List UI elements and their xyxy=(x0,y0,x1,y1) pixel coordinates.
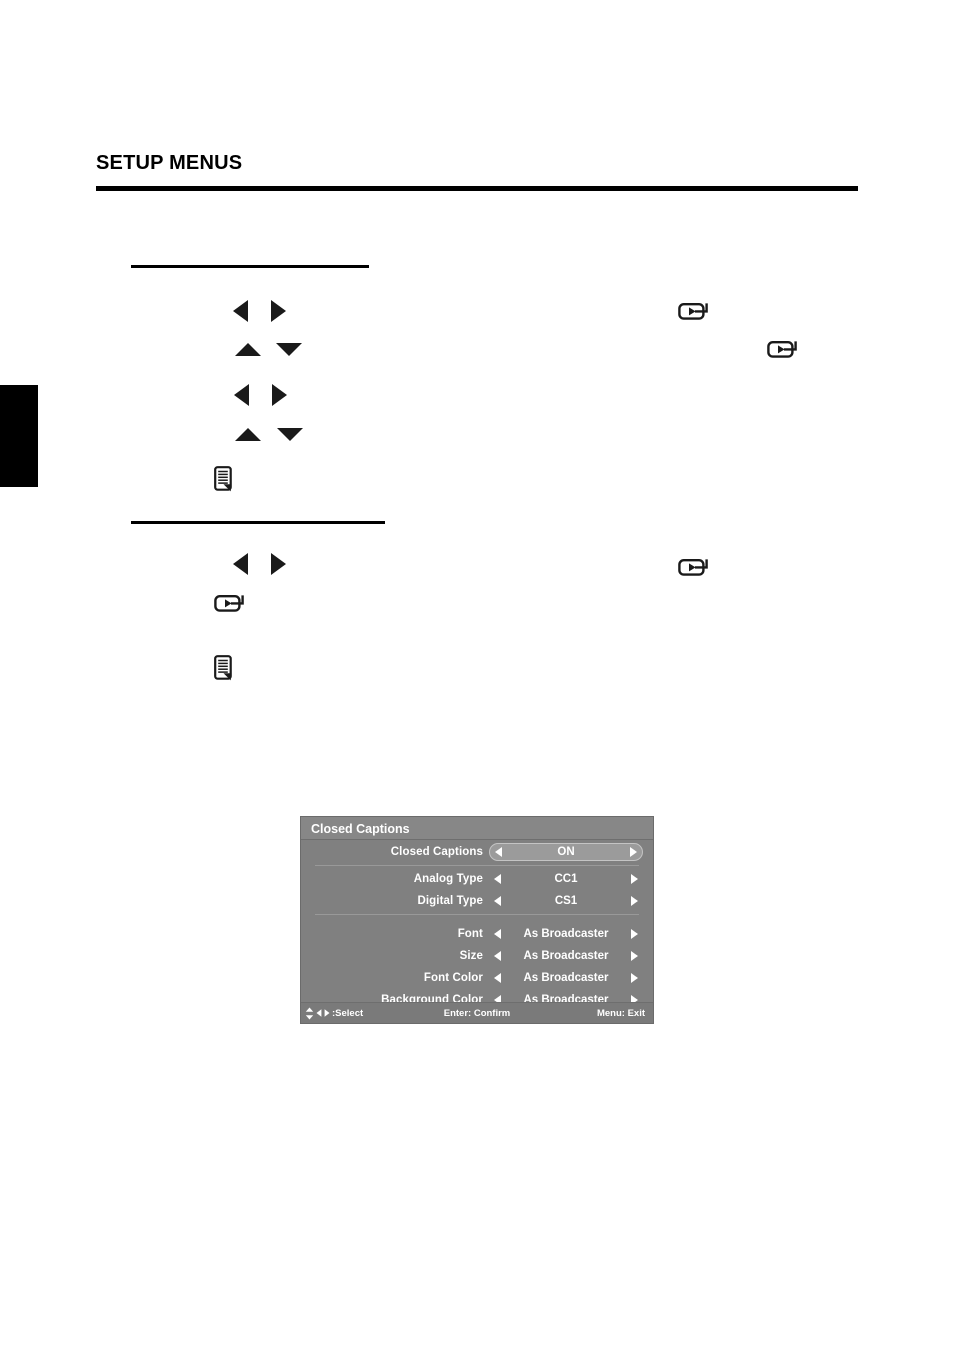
arrow-up-icon xyxy=(235,428,261,441)
osd-value: As Broadcaster xyxy=(523,972,609,984)
osd-row-closed-captions[interactable]: Closed Captions ON xyxy=(301,841,653,863)
arrow-down-icon xyxy=(276,343,302,356)
osd-footer-bar: :Select Enter: Confirm Menu: Exit xyxy=(301,1002,653,1023)
osd-label: Size xyxy=(459,950,483,962)
arrow-left-icon xyxy=(233,300,248,322)
arrow-right-icon[interactable] xyxy=(631,951,638,961)
arrow-up-icon xyxy=(235,343,261,356)
manual-page: SETUP MENUS Closed Captions Closed Capti… xyxy=(0,0,954,1352)
arrow-left-icon[interactable] xyxy=(494,929,501,939)
enter-key-icon xyxy=(214,594,244,612)
arrow-left-icon xyxy=(233,553,248,575)
osd-label: Font xyxy=(457,928,483,940)
arrow-right-icon xyxy=(272,384,287,406)
osd-label: Analog Type xyxy=(413,873,483,885)
osd-value: As Broadcaster xyxy=(523,928,609,940)
osd-value-control[interactable]: As Broadcaster xyxy=(489,947,643,965)
osd-row-font[interactable]: Font As Broadcaster xyxy=(301,923,653,945)
osd-value: ON xyxy=(557,846,575,858)
osd-label: Closed Captions xyxy=(390,846,483,858)
osd-value-control[interactable]: CS1 xyxy=(489,892,643,910)
arrow-right-icon xyxy=(271,553,286,575)
osd-separator xyxy=(315,914,639,915)
osd-row-size[interactable]: Size As Broadcaster xyxy=(301,945,653,967)
arrow-left-icon[interactable] xyxy=(494,973,501,983)
arrow-right-icon[interactable] xyxy=(631,973,638,983)
arrow-left-icon[interactable] xyxy=(495,847,502,857)
arrow-down-icon xyxy=(277,428,303,441)
arrow-right-icon xyxy=(271,300,286,322)
header-rule xyxy=(96,186,858,191)
page-index-tab xyxy=(0,385,38,487)
osd-separator xyxy=(315,865,639,866)
osd-menu-list: Closed Captions ON Analog Type CC1 Digit… xyxy=(301,841,653,1006)
note-icon xyxy=(214,655,232,681)
osd-value-control[interactable]: ON xyxy=(489,843,643,861)
osd-title-bar: Closed Captions xyxy=(301,817,653,840)
osd-title-text: Closed Captions xyxy=(311,822,410,836)
arrow-right-icon[interactable] xyxy=(631,896,638,906)
enter-key-icon xyxy=(767,340,797,358)
osd-label: Font Color xyxy=(423,972,483,984)
arrow-left-icon[interactable] xyxy=(494,951,501,961)
arrow-left-icon xyxy=(234,384,249,406)
closed-captions-osd: Closed Captions Closed Captions ON Analo… xyxy=(300,816,654,1024)
section-rule-2 xyxy=(131,521,385,524)
arrow-right-icon[interactable] xyxy=(631,874,638,884)
note-icon xyxy=(214,466,232,492)
osd-value-control[interactable]: As Broadcaster xyxy=(489,925,643,943)
osd-value: CS1 xyxy=(554,895,578,907)
section-rule-1 xyxy=(131,265,369,268)
arrow-left-icon[interactable] xyxy=(494,896,501,906)
osd-row-digital-type[interactable]: Digital Type CS1 xyxy=(301,890,653,912)
arrow-right-icon[interactable] xyxy=(630,847,637,857)
osd-value-control[interactable]: CC1 xyxy=(489,870,643,888)
page-title: SETUP MENUS xyxy=(96,152,243,174)
arrow-right-icon[interactable] xyxy=(631,929,638,939)
enter-key-icon xyxy=(678,302,708,320)
osd-value-control[interactable]: As Broadcaster xyxy=(489,969,643,987)
osd-row-font-color[interactable]: Font Color As Broadcaster xyxy=(301,967,653,989)
arrow-left-icon[interactable] xyxy=(494,874,501,884)
osd-footer-exit-label: Menu: Exit xyxy=(596,1007,645,1019)
enter-key-icon xyxy=(678,558,708,576)
osd-label: Digital Type xyxy=(417,895,483,907)
osd-row-analog-type[interactable]: Analog Type CC1 xyxy=(301,868,653,890)
osd-value: As Broadcaster xyxy=(523,950,609,962)
osd-value: CC1 xyxy=(554,873,578,885)
